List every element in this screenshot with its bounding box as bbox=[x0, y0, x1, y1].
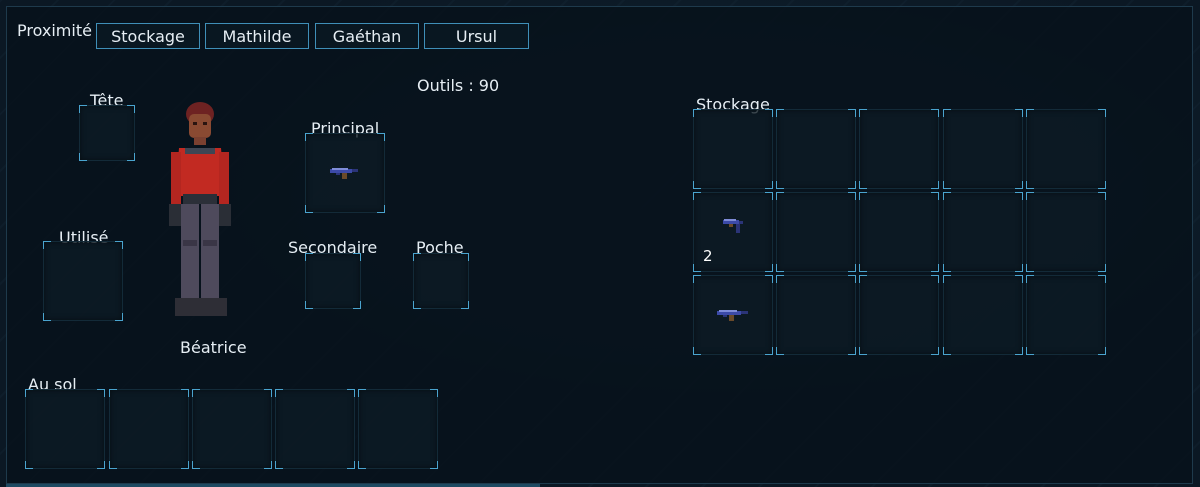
storage-slot[interactable] bbox=[859, 192, 939, 272]
storage-slot[interactable] bbox=[859, 109, 939, 189]
storage-slot[interactable] bbox=[943, 192, 1023, 272]
pistol-icon bbox=[330, 168, 358, 179]
storage-slot[interactable] bbox=[693, 109, 773, 189]
storage-slot[interactable] bbox=[776, 109, 856, 189]
ground-slot[interactable] bbox=[25, 389, 105, 469]
used-slot[interactable] bbox=[43, 241, 123, 321]
character-name: Béatrice bbox=[180, 338, 247, 357]
ground-slot[interactable] bbox=[109, 389, 189, 469]
storage-slot[interactable] bbox=[776, 275, 856, 355]
inventory-panel: Proximité Stockage Mathilde Gaéthan Ursu… bbox=[6, 6, 1193, 484]
tab-mathilde[interactable]: Mathilde bbox=[205, 23, 309, 49]
primary-slot[interactable] bbox=[305, 133, 385, 213]
storage-slot[interactable] bbox=[859, 275, 939, 355]
storage-slot[interactable] bbox=[1026, 109, 1106, 189]
storage-slot[interactable] bbox=[1026, 275, 1106, 355]
tab-gaethan[interactable]: Gaéthan bbox=[315, 23, 419, 49]
ground-slot[interactable] bbox=[192, 389, 272, 469]
item-quantity: 2 bbox=[703, 247, 713, 265]
ground-slot[interactable] bbox=[358, 389, 438, 469]
tab-stockage[interactable]: Stockage bbox=[96, 23, 200, 49]
proximity-label: Proximité bbox=[17, 21, 92, 40]
tools-counter: Outils : 90 bbox=[417, 76, 500, 95]
pistol-icon bbox=[723, 218, 743, 233]
pocket-slot[interactable] bbox=[413, 253, 469, 309]
secondary-slot[interactable] bbox=[305, 253, 361, 309]
storage-slot[interactable] bbox=[1026, 192, 1106, 272]
storage-slot[interactable] bbox=[776, 192, 856, 272]
head-slot[interactable] bbox=[79, 105, 135, 161]
ground-slot[interactable] bbox=[275, 389, 355, 469]
storage-slot[interactable] bbox=[943, 275, 1023, 355]
character-portrait bbox=[169, 102, 231, 316]
tab-ursul[interactable]: Ursul bbox=[424, 23, 529, 49]
storage-slot[interactable] bbox=[943, 109, 1023, 189]
storage-slot-item[interactable] bbox=[693, 275, 773, 355]
pistol-icon bbox=[717, 310, 748, 321]
storage-slot-item[interactable]: 2 bbox=[693, 192, 773, 272]
